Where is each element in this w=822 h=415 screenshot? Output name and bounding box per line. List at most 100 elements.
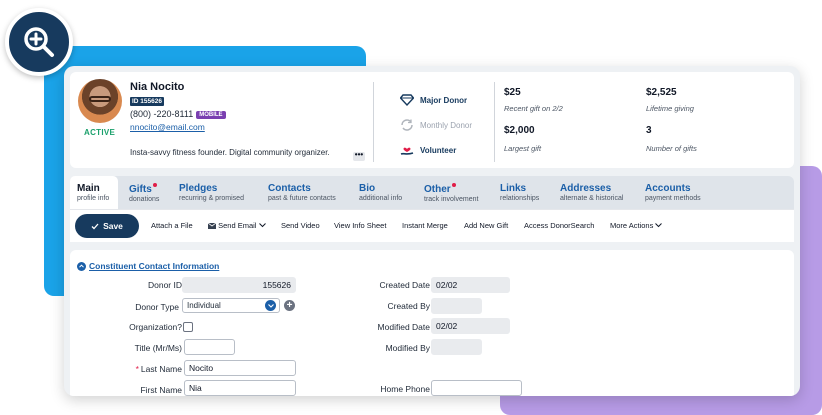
tab-title: Other bbox=[424, 184, 451, 195]
tab-title: Gifts bbox=[129, 184, 152, 195]
tab-title: Accounts bbox=[645, 183, 691, 194]
donor-type-select[interactable]: Individual bbox=[182, 298, 280, 313]
organization-label: Organization? bbox=[129, 322, 182, 332]
home-phone-field[interactable] bbox=[431, 380, 522, 396]
tab-title: Links bbox=[500, 183, 527, 194]
envelope-icon bbox=[207, 222, 217, 229]
avatar bbox=[78, 79, 122, 123]
notification-dot bbox=[152, 183, 157, 187]
last-name-label: * Last Name bbox=[135, 364, 182, 374]
chevron-down-icon bbox=[655, 223, 663, 228]
tab-main[interactable]: Main profile info bbox=[70, 176, 119, 209]
donor-type-value: Individual bbox=[187, 301, 221, 310]
send-email-label: Send Email bbox=[218, 221, 257, 230]
tab-links[interactable]: Links relationships bbox=[500, 176, 539, 209]
add-new-gift-button[interactable]: Add New Gift bbox=[464, 221, 508, 230]
add-donor-type-button[interactable]: + bbox=[284, 300, 295, 311]
more-actions-button[interactable]: More Actions bbox=[610, 221, 663, 230]
tab-subtitle: relationships bbox=[500, 195, 540, 202]
donor-record-window: ACTIVE Nia Nocito ID 155626 (800) -220-8… bbox=[64, 66, 800, 396]
created-by-field bbox=[431, 298, 482, 314]
save-button[interactable]: Save bbox=[75, 214, 139, 238]
first-name-field[interactable]: Nia bbox=[184, 380, 296, 396]
send-email-button[interactable]: Send Email bbox=[207, 221, 266, 230]
stat-count-label: Number of gifts bbox=[646, 144, 697, 153]
tab-gifts[interactable]: Gifts donations bbox=[129, 176, 159, 209]
badge-volunteer: Volunteer bbox=[400, 143, 456, 157]
stat-recent-gift-value: $25 bbox=[504, 87, 521, 98]
tab-accounts[interactable]: Accounts payment methods bbox=[645, 176, 701, 209]
home-phone-label: Home Phone bbox=[380, 384, 430, 394]
more-options-button[interactable]: ••• bbox=[353, 151, 365, 161]
attach-file-button[interactable]: Attach a File bbox=[151, 221, 193, 230]
section-title: Constituent Contact Information bbox=[89, 261, 220, 271]
send-video-button[interactable]: Send Video bbox=[281, 221, 320, 230]
section-toggle[interactable]: Constituent Contact Information bbox=[77, 261, 219, 271]
stat-largest-value: $2,000 bbox=[504, 125, 535, 136]
tab-subtitle: additional info bbox=[359, 195, 403, 202]
created-date-label: Created Date bbox=[379, 280, 430, 290]
tab-subtitle: profile info bbox=[77, 195, 110, 202]
zoom-in-icon[interactable] bbox=[5, 8, 73, 76]
donor-id-badge: ID 155626 bbox=[130, 97, 164, 106]
tab-other[interactable]: Other track involvement bbox=[424, 176, 478, 209]
donor-id-label: Donor ID bbox=[147, 280, 182, 290]
last-name-field[interactable]: Nocito bbox=[184, 360, 296, 376]
tab-subtitle: payment methods bbox=[645, 195, 701, 202]
access-donorsearch-button[interactable]: Access DonorSearch bbox=[524, 221, 594, 230]
stat-largest-label: Largest gift bbox=[504, 144, 542, 153]
divider bbox=[373, 82, 374, 162]
donor-type-label: Donor Type bbox=[135, 302, 179, 312]
badge-label: Monthly Donor bbox=[420, 120, 473, 130]
save-label: Save bbox=[103, 221, 123, 231]
phone-number: (800) -220-8111 bbox=[130, 109, 194, 119]
tab-bio[interactable]: Bio additional info bbox=[359, 176, 402, 209]
tab-subtitle: track involvement bbox=[424, 196, 479, 203]
notification-dot bbox=[451, 183, 456, 187]
chevron-up-icon bbox=[77, 261, 86, 271]
chevron-down-icon bbox=[258, 223, 266, 228]
divider bbox=[494, 82, 495, 162]
tab-contacts[interactable]: Contacts past & future contacts bbox=[268, 176, 336, 209]
donor-bio: Insta-savvy fitness founder. Digital com… bbox=[130, 148, 330, 157]
tab-subtitle: past & future contacts bbox=[268, 195, 336, 202]
hand-heart-icon bbox=[400, 147, 414, 155]
modified-date-field: 02/02 bbox=[431, 318, 510, 334]
chevron-down-icon bbox=[265, 300, 276, 311]
badge-major-donor: Major Donor bbox=[400, 94, 467, 106]
instant-merge-button[interactable]: Instant Merge bbox=[402, 221, 448, 230]
badge-label: Major Donor bbox=[420, 95, 468, 105]
tab-title: Pledges bbox=[179, 183, 218, 194]
tab-title: Main bbox=[77, 183, 100, 194]
donor-id-field: 155626 bbox=[182, 277, 296, 293]
check-icon bbox=[91, 223, 99, 229]
tab-addresses[interactable]: Addresses alternate & historical bbox=[560, 176, 623, 209]
tab-pledges[interactable]: Pledges recurring & promised bbox=[179, 176, 244, 209]
badge-label: Volunteer bbox=[420, 145, 457, 155]
tab-title: Addresses bbox=[560, 183, 612, 194]
stat-recent-gift-label: Recent gift on 2/2 bbox=[504, 104, 563, 113]
stat-lifetime-label: Lifetime giving bbox=[646, 104, 694, 113]
profile-header: ACTIVE Nia Nocito ID 155626 (800) -220-8… bbox=[70, 72, 794, 168]
donor-phone: (800) -220-8111 MOBILE bbox=[130, 109, 226, 119]
action-toolbar: Save Attach a File Send Email Send Video… bbox=[70, 209, 794, 242]
stat-lifetime-value: $2,525 bbox=[646, 87, 677, 98]
title-field[interactable] bbox=[184, 339, 235, 355]
tab-title: Contacts bbox=[268, 183, 311, 194]
donor-email-link[interactable]: nnocito@email.com bbox=[130, 122, 205, 132]
badge-monthly-donor: Monthly Donor bbox=[400, 119, 472, 131]
diamond-icon bbox=[400, 94, 414, 106]
modified-by-field bbox=[431, 339, 482, 355]
title-label: Title (Mr/Ms) bbox=[134, 343, 182, 353]
tab-subtitle: alternate & historical bbox=[560, 195, 624, 202]
stat-count-value: 3 bbox=[646, 125, 652, 136]
tab-subtitle: recurring & promised bbox=[179, 195, 244, 202]
view-info-sheet-button[interactable]: View Info Sheet bbox=[334, 221, 386, 230]
phone-type-badge: MOBILE bbox=[196, 111, 226, 119]
recurring-icon bbox=[401, 119, 413, 131]
status-badge: ACTIVE bbox=[84, 128, 116, 137]
donor-name: Nia Nocito bbox=[130, 81, 185, 93]
organization-checkbox[interactable] bbox=[183, 322, 193, 332]
modified-date-label: Modified Date bbox=[377, 322, 430, 332]
modified-by-label: Modified By bbox=[385, 343, 430, 353]
